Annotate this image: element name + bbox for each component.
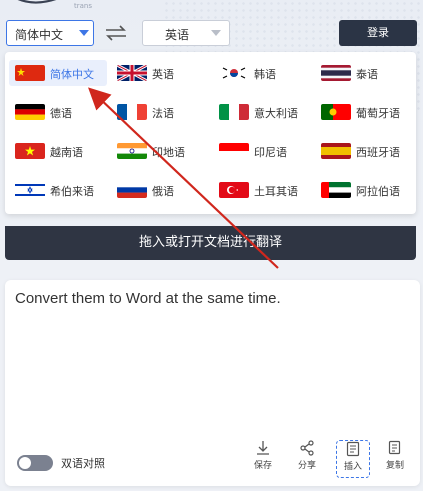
bilingual-toggle[interactable]: [17, 455, 53, 471]
language-option-label: 韩语: [254, 68, 276, 81]
save-button[interactable]: 保存: [247, 440, 279, 476]
insert-doc-icon: [346, 441, 360, 457]
swap-arrows-icon: [106, 25, 126, 41]
flag-ru-icon: [117, 182, 147, 198]
language-option-label: 希伯来语: [50, 185, 94, 198]
language-option[interactable]: 土耳其语: [213, 177, 311, 203]
copy-icon: [388, 440, 401, 455]
source-language-select[interactable]: 简体中文: [6, 20, 94, 46]
flag-gb-icon: [117, 65, 147, 81]
chevron-down-icon: [79, 30, 89, 36]
language-option[interactable]: 法语: [111, 99, 209, 125]
source-language-label: 简体中文: [15, 28, 64, 42]
language-option[interactable]: 泰语: [315, 60, 413, 86]
swoosh-logo-icon: [17, 0, 57, 4]
share-button[interactable]: 分享: [291, 440, 323, 476]
drop-document-bar[interactable]: 拖入或打开文档进行翻译: [5, 226, 416, 260]
flag-fr-icon: [117, 104, 147, 120]
language-option[interactable]: 阿拉伯语: [315, 177, 413, 203]
flag-il-icon: [15, 182, 45, 198]
language-option-label: 泰语: [356, 68, 378, 81]
download-icon: [257, 441, 269, 455]
language-option[interactable]: 西班牙语: [315, 138, 413, 164]
logo-text: biz trans: [74, 0, 92, 10]
language-option-label: 葡萄牙语: [356, 107, 400, 120]
flag-de-icon: [15, 104, 45, 120]
copy-label: 复制: [385, 461, 404, 471]
language-option[interactable]: 意大利语: [213, 99, 311, 125]
language-option-label: 西班牙语: [356, 146, 400, 159]
language-option-label: 印尼语: [254, 146, 287, 159]
chevron-down-icon: [211, 30, 221, 36]
text-editor[interactable]: Convert them to Word at the same time. 双…: [5, 280, 420, 486]
login-button[interactable]: 登录: [339, 20, 417, 46]
app-logo: biz trans: [12, 0, 102, 14]
target-language-label: 英语: [165, 28, 190, 42]
flag-kr-icon: [219, 65, 249, 81]
flag-cn-icon: [15, 65, 45, 81]
language-option[interactable]: 印地语: [111, 138, 209, 164]
save-label: 保存: [253, 461, 272, 471]
language-option-label: 俄语: [152, 185, 174, 198]
insert-label: 插入: [343, 462, 362, 472]
language-option[interactable]: 英语: [111, 60, 209, 86]
language-option[interactable]: 简体中文: [9, 60, 107, 86]
flag-tr-icon: [219, 182, 249, 198]
language-option[interactable]: 俄语: [111, 177, 209, 203]
share-label: 分享: [297, 461, 316, 471]
flag-in-icon: [117, 143, 147, 159]
language-option-label: 法语: [152, 107, 174, 120]
flag-vn-icon: [15, 143, 45, 159]
flag-th-icon: [321, 65, 351, 81]
flag-pt-icon: [321, 104, 351, 120]
swap-languages-button[interactable]: [104, 24, 128, 42]
share-icon: [300, 440, 314, 456]
copy-button[interactable]: 复制: [379, 440, 411, 476]
language-option[interactable]: 德语: [9, 99, 107, 125]
toggle-knob: [19, 457, 31, 469]
language-option-label: 德语: [50, 107, 72, 120]
language-option[interactable]: 韩语: [213, 60, 311, 86]
language-option-label: 简体中文: [50, 68, 94, 81]
flag-it-icon: [219, 104, 249, 120]
flag-id-icon: [219, 143, 249, 159]
language-option-label: 意大利语: [254, 107, 298, 120]
bilingual-label: 双语对照: [61, 457, 105, 470]
language-option[interactable]: 葡萄牙语: [315, 99, 413, 125]
language-option[interactable]: 越南语: [9, 138, 107, 164]
language-option-label: 英语: [152, 68, 174, 81]
language-option[interactable]: 印尼语: [213, 138, 311, 164]
editor-content[interactable]: Convert them to Word at the same time.: [15, 290, 410, 307]
language-option-label: 印地语: [152, 146, 185, 159]
language-dropdown-panel: 简体中文 英语 韩语 泰语德语 法语 意大利语 葡萄牙语越南语 印地语 印尼语 西班牙语希伯来语 俄…: [5, 52, 416, 214]
insert-button[interactable]: 插入: [336, 440, 370, 478]
language-option-label: 土耳其语: [254, 185, 298, 198]
language-option-label: 阿拉伯语: [356, 185, 400, 198]
language-option-label: 越南语: [50, 146, 83, 159]
flag-es-icon: [321, 143, 351, 159]
language-option[interactable]: 希伯来语: [9, 177, 107, 203]
target-language-select[interactable]: 英语: [142, 20, 230, 46]
flag-ae-icon: [321, 182, 351, 198]
